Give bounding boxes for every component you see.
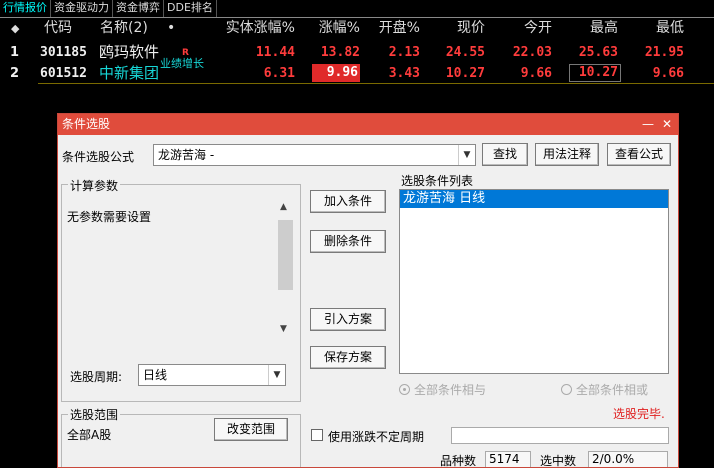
progress-field [451, 427, 669, 444]
stock-tag: 业绩增长 [160, 57, 204, 70]
params-text: 无参数需要设置 [67, 210, 152, 224]
formula-value: 龙游苦海 - [158, 148, 215, 162]
range-title: 选股范围 [68, 406, 121, 423]
chevron-down-icon[interactable]: ▼ [268, 365, 285, 385]
radio-or-label: 全部条件相或 [576, 383, 649, 397]
list-item[interactable]: 龙游苦海 日线 [400, 190, 668, 208]
change-value: 9.96 [312, 64, 360, 82]
col-dot: • [167, 20, 176, 36]
tab-dde-ranking[interactable]: DDE排名 [164, 0, 217, 17]
count-label: 品种数 [440, 454, 477, 468]
diamond-icon: ◆ [11, 22, 20, 35]
selected-value: 2/0.0% [588, 451, 668, 467]
chevron-down-icon[interactable]: ▼ [458, 145, 475, 165]
col-low[interactable]: 最低 [632, 18, 684, 39]
params-title: 计算参数 [68, 177, 121, 194]
col-code[interactable]: 代码 [44, 18, 72, 39]
col-high[interactable]: 最高 [566, 18, 618, 39]
range-value: 全部A股 [67, 428, 112, 442]
stock-code: 301185 [40, 45, 87, 60]
period-value: 日线 [143, 368, 168, 382]
radio-selected-icon[interactable] [399, 384, 410, 395]
change-value: 13.82 [320, 45, 360, 60]
minimize-icon[interactable]: — [642, 114, 654, 134]
table-row[interactable]: 1 301185 鸥玛软件 R 11.44 13.82 2.13 24.55 2… [0, 42, 714, 63]
stock-code: 601512 [40, 66, 87, 81]
table-row[interactable]: 2 601512 中新集团 业绩增长 6.31 9.96 3.43 10.27 … [0, 57, 714, 84]
open-value: 22.03 [512, 45, 552, 60]
find-button[interactable]: 查找 [482, 143, 528, 166]
open-pct-value: 2.13 [388, 45, 420, 60]
radio-icon[interactable] [561, 384, 572, 395]
col-open-pct[interactable]: 开盘% [362, 18, 420, 39]
col-body-change[interactable]: 实体涨幅% [213, 18, 295, 39]
price-value: 10.27 [445, 66, 485, 81]
stock-name: 中新集团 [99, 64, 160, 82]
checkbox-label: 使用涨跌不定周期 [328, 430, 425, 444]
row-index: 1 [9, 45, 19, 60]
dialog-title: 条件选股 [62, 117, 111, 131]
condition-list[interactable]: 龙游苦海 日线 [399, 189, 669, 374]
body-change-value: 6.31 [263, 66, 295, 81]
row-index: 2 [9, 66, 19, 81]
high-value: 10.27 [569, 64, 621, 82]
open-pct-value: 3.43 [388, 66, 420, 81]
row-divider [38, 83, 714, 84]
save-plan-button[interactable]: 保存方案 [310, 346, 386, 369]
variable-period-checkbox[interactable] [311, 429, 323, 441]
col-change[interactable]: 涨幅% [300, 18, 360, 39]
condition-screening-dialog: 条件选股 — ✕ 条件选股公式 龙游苦海 - ▼ 查找 用法注释 查看公式 计算… [57, 113, 679, 468]
dialog-titlebar[interactable]: 条件选股 — ✕ [58, 114, 678, 135]
scroll-down-icon[interactable]: ▼ [280, 324, 287, 334]
delete-condition-button[interactable]: 删除条件 [310, 230, 386, 253]
tab-quotes[interactable]: 行情报价 [0, 0, 51, 17]
radio-and[interactable]: 全部条件相与 [399, 381, 486, 398]
low-value: 21.95 [644, 45, 684, 60]
close-icon[interactable]: ✕ [662, 114, 672, 134]
col-price[interactable]: 现价 [430, 18, 485, 39]
col-name[interactable]: 名称(2) [100, 18, 148, 39]
add-condition-button[interactable]: 加入条件 [310, 190, 386, 213]
scroll-up-icon[interactable]: ▲ [280, 202, 287, 212]
period-label: 选股周期: [70, 370, 123, 384]
condition-list-title: 选股条件列表 [401, 174, 474, 188]
view-formula-button[interactable]: 查看公式 [607, 143, 671, 166]
radio-and-label: 全部条件相与 [414, 383, 487, 397]
tab-capital-game[interactable]: 资金博弈 [113, 0, 164, 17]
usage-notes-button[interactable]: 用法注释 [535, 143, 599, 166]
quote-table-header: ◆ 代码 名称(2) • 实体涨幅% 涨幅% 开盘% 现价 今开 最高 最低 [0, 18, 714, 39]
stock-name: 鸥玛软件 [99, 43, 160, 61]
status-text: 选股完毕. [613, 407, 665, 421]
period-select[interactable]: 日线 ▼ [138, 364, 286, 386]
formula-label: 条件选股公式 [62, 150, 135, 164]
col-open[interactable]: 今开 [500, 18, 552, 39]
high-value: 25.63 [578, 45, 618, 60]
radio-or[interactable]: 全部条件相或 [561, 381, 648, 398]
count-value: 5174 [485, 451, 531, 467]
top-tab-bar: 行情报价 资金驱动力 资金博弈 DDE排名 [0, 0, 217, 17]
price-value: 24.55 [445, 45, 485, 60]
import-plan-button[interactable]: 引入方案 [310, 308, 386, 331]
body-change-value: 11.44 [255, 45, 295, 60]
change-range-button[interactable]: 改变范围 [214, 418, 288, 441]
formula-select[interactable]: 龙游苦海 - ▼ [153, 144, 476, 166]
open-value: 9.66 [520, 66, 552, 81]
low-value: 9.66 [652, 66, 684, 81]
tab-capital-drive[interactable]: 资金驱动力 [51, 0, 113, 17]
scroll-thumb[interactable] [278, 220, 293, 290]
selected-label: 选中数 [540, 454, 577, 468]
params-scrollbar[interactable]: ▲ ▼ [277, 198, 294, 340]
